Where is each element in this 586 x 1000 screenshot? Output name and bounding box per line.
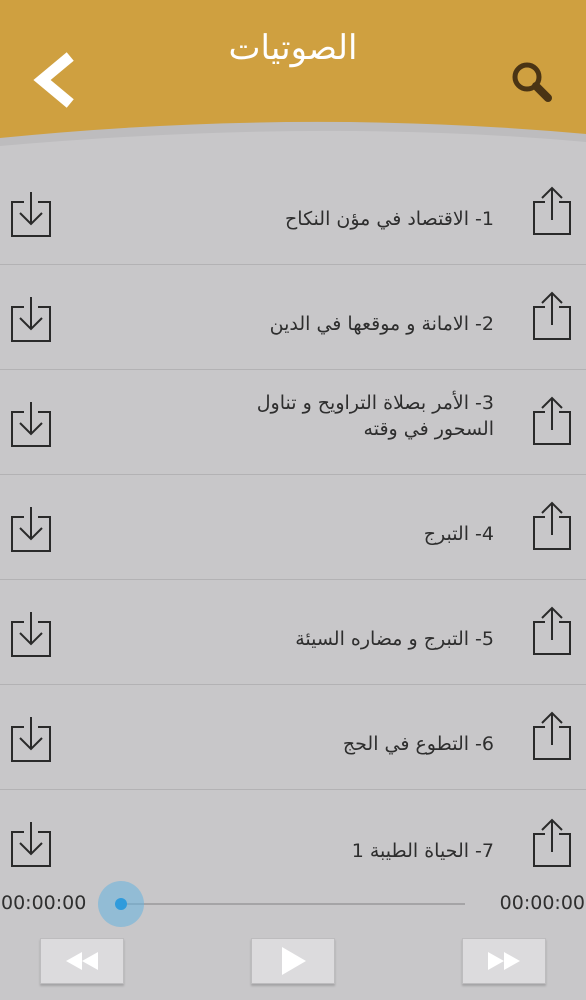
list-item[interactable]: 1- الاقتصاد في مؤن النكاح [0,160,586,265]
download-button[interactable] [10,610,56,660]
download-icon [11,612,51,657]
share-icon [533,501,571,550]
download-icon [11,402,51,447]
share-button[interactable] [531,289,575,341]
total-time: 00:00:00 [499,892,585,914]
seek-bar[interactable] [121,903,465,905]
list-item[interactable]: 5- التبرج و مضاره السيئة [0,580,586,685]
list-item[interactable]: 4- التبرج [0,475,586,580]
seek-thumb-dot [115,898,127,910]
share-button[interactable] [531,184,575,236]
track-title: 1- الاقتصاد في مؤن النكاح [285,208,494,230]
play-icon [282,947,306,975]
fast-forward-icon [488,952,520,970]
track-title: 2- الامانة و موقعها في الدين [269,313,494,335]
download-button[interactable] [10,505,56,555]
download-icon [11,192,51,237]
search-button[interactable] [506,56,558,108]
search-icon [512,62,552,102]
share-icon [533,186,571,235]
download-icon [11,507,51,552]
rewind-button[interactable] [40,938,124,984]
download-button[interactable] [10,820,56,870]
share-button[interactable] [531,604,575,656]
rewind-icon [66,952,98,970]
share-button[interactable] [531,709,575,761]
track-title: 7- الحياة الطيبة 1 [351,840,494,862]
share-icon [533,606,571,655]
list-item[interactable]: 7- الحياة الطيبة 1 [0,790,586,878]
share-icon [533,396,571,445]
audio-player: 00:00:00 00:00:00 [0,878,586,1000]
download-icon [11,717,51,762]
share-icon [533,711,571,760]
download-button[interactable] [10,715,56,765]
download-icon [11,297,51,342]
track-title: 4- التبرج [423,523,494,545]
share-button[interactable] [531,816,575,868]
download-button[interactable] [10,295,56,345]
share-icon [533,818,571,867]
track-title: 6- التطوع في الحج [342,733,494,755]
fast-forward-button[interactable] [462,938,546,984]
download-icon [11,822,51,867]
share-button[interactable] [531,499,575,551]
list-item[interactable]: 6- التطوع في الحج [0,685,586,790]
app-header: الصوتيات [0,0,586,160]
list-item[interactable]: 3- الأمر بصلاة التراويح و تناول السحور ف… [0,370,586,475]
track-title: 5- التبرج و مضاره السيئة [295,628,494,650]
track-title: 3- الأمر بصلاة التراويح و تناول السحور ف… [256,392,494,440]
download-button[interactable] [10,190,56,240]
share-icon [533,291,571,340]
audio-list: 1- الاقتصاد في مؤن النكاح 2- الامانة و م… [0,160,586,878]
header-background [0,0,586,146]
page-title: الصوتيات [228,28,358,68]
list-item[interactable]: 2- الامانة و موقعها في الدين [0,265,586,370]
download-button[interactable] [10,400,56,450]
share-button[interactable] [531,394,575,446]
current-time: 00:00:00 [1,892,87,914]
play-button[interactable] [251,938,335,984]
